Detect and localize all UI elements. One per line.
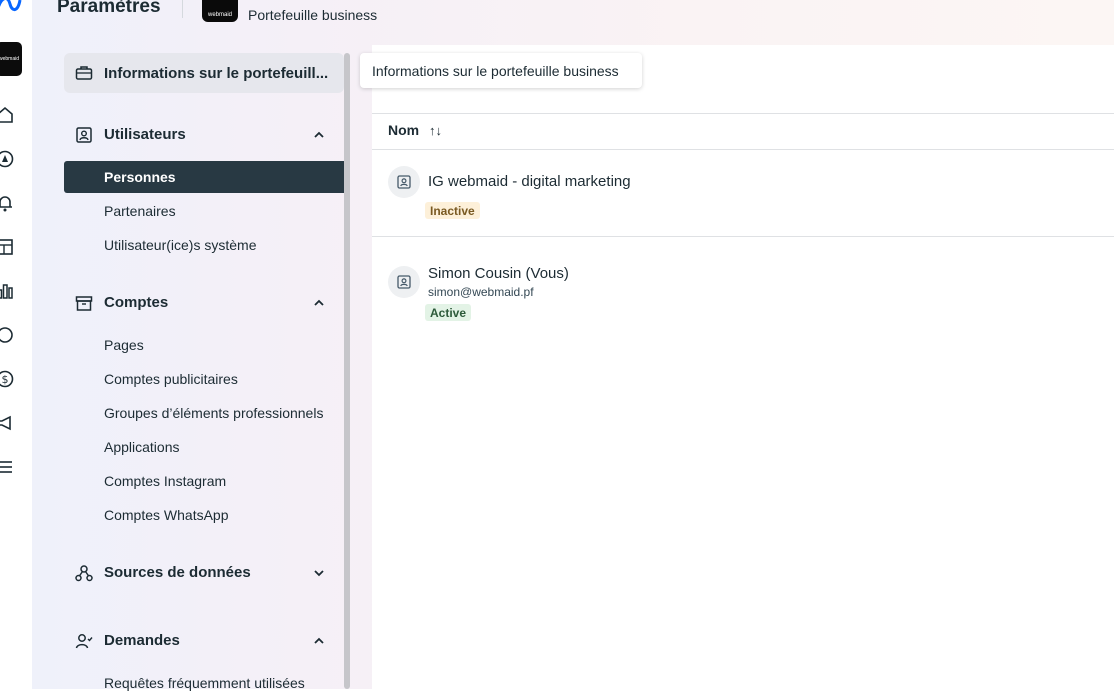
row-name[interactable]: IG webmaid - digital marketing <box>428 173 631 190</box>
pages-icon[interactable] <box>0 236 16 258</box>
dollar-icon[interactable]: $ <box>0 368 16 390</box>
section-label: Sources de données <box>104 564 251 581</box>
menu-icon[interactable] <box>0 456 16 478</box>
bell-icon[interactable] <box>0 192 16 214</box>
user-check-icon <box>74 631 94 651</box>
sidebar-item-business-info[interactable]: Informations sur le portefeuill... <box>64 53 344 93</box>
chevron-up-icon[interactable] <box>312 128 326 142</box>
sidebar-item-partenaires[interactable]: Partenaires <box>64 195 344 227</box>
circle-icon[interactable] <box>0 324 16 346</box>
home-icon[interactable] <box>0 104 16 126</box>
table-header-divider <box>372 149 1114 150</box>
section-users[interactable]: Utilisateurs <box>64 117 344 153</box>
status-badge: Active <box>425 304 472 321</box>
sidebar-item-system-users[interactable]: Utilisateur(ice)s système <box>64 229 344 261</box>
chevron-up-icon[interactable] <box>312 634 326 648</box>
row-email: simon@webmaid.pf <box>428 285 534 299</box>
row-name[interactable]: Simon Cousin (Vous) <box>428 265 569 282</box>
sidebar-item-ad-accounts[interactable]: Comptes publicitaires <box>64 363 344 395</box>
table-header-top-divider <box>372 113 1114 114</box>
section-label: Utilisateurs <box>104 126 186 143</box>
user-badge-icon <box>74 125 94 145</box>
compass-icon[interactable] <box>0 148 16 170</box>
meta-logo-icon[interactable] <box>0 0 22 14</box>
sidebar-item-personnes[interactable]: Personnes <box>64 161 344 193</box>
data-sources-icon <box>74 563 94 583</box>
sidebar-item-applications[interactable]: Applications <box>64 431 344 463</box>
sidebar-item-frequent-requests[interactable]: Requêtes fréquemment utilisées <box>64 667 344 699</box>
user-badge-icon <box>388 266 420 298</box>
column-header-name[interactable]: Nom <box>388 122 419 138</box>
settings-sidebar: Informations sur le portefeuill... Utili… <box>64 0 344 691</box>
sidebar-item-label: Informations sur le portefeuill... <box>104 64 329 82</box>
svg-text:$: $ <box>2 373 9 386</box>
sidebar-item-instagram-accounts[interactable]: Comptes Instagram <box>64 465 344 497</box>
user-badge-icon <box>388 166 420 198</box>
sort-icon[interactable]: ↑↓ <box>429 123 442 138</box>
sidebar-item-whatsapp-accounts[interactable]: Comptes WhatsApp <box>64 499 344 531</box>
briefcase-icon <box>74 63 94 83</box>
table-row-divider <box>372 236 1114 237</box>
megaphone-icon[interactable] <box>0 412 16 434</box>
status-badge: Inactive <box>425 202 480 219</box>
section-accounts[interactable]: Comptes <box>64 285 344 321</box>
section-data-sources[interactable]: Sources de données <box>64 555 344 591</box>
section-label: Demandes <box>104 632 180 649</box>
section-label: Comptes <box>104 294 169 311</box>
chevron-up-icon[interactable] <box>312 296 326 310</box>
main-panel <box>372 45 1114 689</box>
archive-box-icon <box>74 293 94 313</box>
sidebar-item-business-asset-groups[interactable]: Groupes d’éléments professionnels <box>64 397 344 429</box>
business-avatar-small[interactable]: webmaid <box>0 42 22 76</box>
bar-chart-icon[interactable] <box>0 280 16 302</box>
tooltip: Informations sur le portefeuille busines… <box>360 53 642 88</box>
section-requests[interactable]: Demandes <box>64 623 344 659</box>
app-rail: webmaid $ <box>0 0 32 689</box>
chevron-down-icon[interactable] <box>312 566 326 580</box>
sidebar-item-pages[interactable]: Pages <box>64 329 344 361</box>
sidebar-scrollbar[interactable] <box>344 53 350 689</box>
